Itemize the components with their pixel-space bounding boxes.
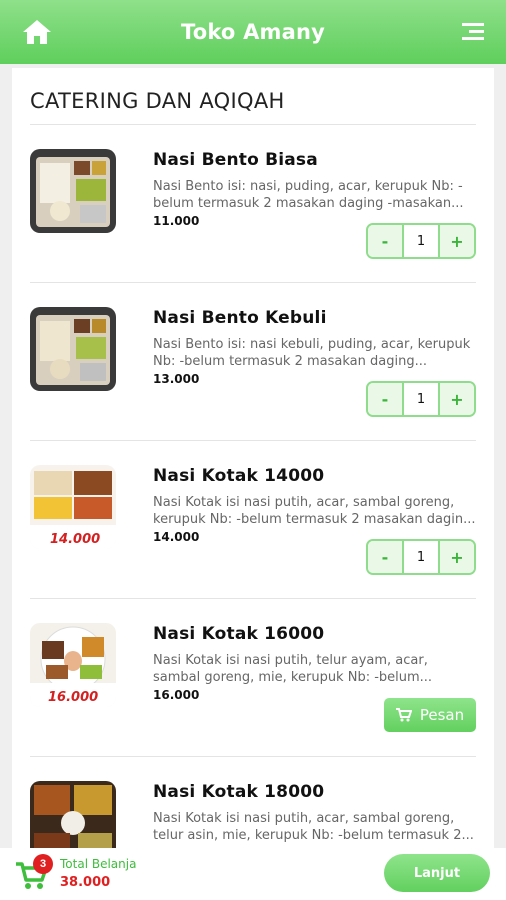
cart-icon bbox=[395, 708, 412, 722]
order-button-label: Pesan bbox=[419, 706, 465, 724]
quantity-stepper: - 1 + bbox=[366, 381, 476, 417]
product-list-card: CATERING DAN AQIQAH Nasi Bento Biasa Nas… bbox=[12, 68, 494, 848]
quantity-value: 1 bbox=[402, 541, 440, 573]
product-image[interactable] bbox=[30, 307, 116, 391]
product-price: 14.000 bbox=[153, 530, 200, 544]
decrease-button[interactable]: - bbox=[368, 541, 402, 573]
increase-button[interactable]: + bbox=[440, 383, 474, 415]
product-description: Nasi Bento isi: nasi, puding, acar, keru… bbox=[153, 179, 464, 211]
list-item: Nasi Kotak 18000 Nasi Kotak isi nasi put… bbox=[30, 757, 476, 848]
increase-button[interactable]: + bbox=[440, 541, 474, 573]
list-item: 14.000 Nasi Kotak 14000 Nasi Kotak isi n… bbox=[30, 441, 476, 599]
product-description: Nasi Bento isi: nasi kebuli, puding, aca… bbox=[153, 337, 471, 369]
quantity-stepper: - 1 + bbox=[366, 223, 476, 259]
app-header: Toko Amany bbox=[0, 0, 506, 64]
checkout-bar: 3 Total Belanja 38.000 Lanjut bbox=[0, 848, 506, 900]
product-name[interactable]: Nasi Bento Biasa bbox=[153, 150, 318, 170]
product-image[interactable]: 14.000 bbox=[30, 465, 116, 549]
quantity-value: 1 bbox=[402, 225, 440, 257]
home-icon[interactable] bbox=[22, 18, 52, 46]
quantity-stepper: - 1 + bbox=[366, 539, 476, 575]
product-name[interactable]: Nasi Bento Kebuli bbox=[153, 308, 327, 328]
thumb-price-label: 16.000 bbox=[48, 690, 98, 705]
list-item: 16.000 Nasi Kotak 16000 Nasi Kotak isi n… bbox=[30, 599, 476, 757]
product-image[interactable] bbox=[30, 781, 116, 848]
increase-button[interactable]: + bbox=[440, 225, 474, 257]
product-description: Nasi Kotak isi nasi putih, acar, sambal … bbox=[153, 495, 476, 527]
section-title: CATERING DAN AQIQAH bbox=[30, 89, 285, 113]
total-value: 38.000 bbox=[60, 875, 111, 890]
app-title: Toko Amany bbox=[180, 20, 326, 44]
product-name[interactable]: Nasi Kotak 14000 bbox=[153, 466, 324, 486]
product-image[interactable] bbox=[30, 149, 116, 233]
quantity-value: 1 bbox=[402, 383, 440, 415]
product-price: 11.000 bbox=[153, 214, 200, 228]
menu-icon[interactable] bbox=[462, 21, 484, 43]
list-item: Nasi Bento Kebuli Nasi Bento isi: nasi k… bbox=[30, 283, 476, 441]
total-label: Total Belanja bbox=[60, 857, 137, 871]
product-description: Nasi Kotak isi nasi putih, telur ayam, a… bbox=[153, 653, 433, 685]
product-image[interactable]: 16.000 bbox=[30, 623, 116, 707]
product-price: 13.000 bbox=[153, 372, 200, 386]
list-item: Nasi Bento Biasa Nasi Bento isi: nasi, p… bbox=[30, 125, 476, 283]
order-button[interactable]: Pesan bbox=[384, 698, 476, 732]
continue-button[interactable]: Lanjut bbox=[384, 854, 490, 892]
product-description: Nasi Kotak isi nasi putih, acar, sambal … bbox=[153, 811, 474, 843]
product-price: 16.000 bbox=[153, 688, 200, 702]
decrease-button[interactable]: - bbox=[368, 383, 402, 415]
decrease-button[interactable]: - bbox=[368, 225, 402, 257]
cart-count-badge: 3 bbox=[33, 854, 53, 874]
product-name[interactable]: Nasi Kotak 18000 bbox=[153, 782, 324, 802]
product-name[interactable]: Nasi Kotak 16000 bbox=[153, 624, 324, 644]
thumb-price-label: 14.000 bbox=[50, 532, 100, 547]
